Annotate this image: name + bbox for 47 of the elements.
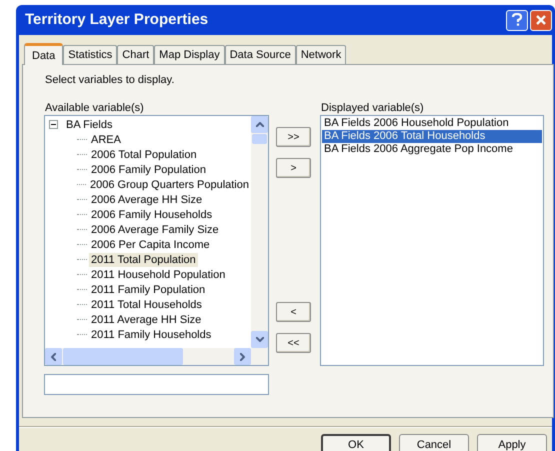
- displayed-label: Displayed variable(s): [321, 101, 424, 116]
- dialog-button[interactable]: Cancel: [399, 434, 469, 451]
- tree-item[interactable]: 2011 Household Population: [89, 268, 228, 282]
- list-item[interactable]: BA Fields 2006 Total Households: [322, 130, 542, 143]
- tree-item[interactable]: 2011 Total Households: [89, 298, 204, 312]
- help-icon[interactable]: [506, 10, 528, 30]
- tree-item[interactable]: 2006 Total Population: [89, 148, 199, 162]
- tree-item[interactable]: 2011 Family Households: [89, 328, 214, 342]
- scroll-thumb[interactable]: [252, 134, 267, 144]
- tree-item[interactable]: 2006 Average Family Size: [89, 222, 221, 236]
- tree-item[interactable]: 2006 Family Population: [89, 162, 208, 176]
- tree-item[interactable]: 2011 Family Population: [89, 282, 208, 296]
- close-icon[interactable]: [530, 10, 552, 30]
- vertical-scrollbar[interactable]: [251, 116, 268, 348]
- tree-item[interactable]: 2006 Average HH Size: [89, 192, 204, 206]
- scroll-left-icon[interactable]: [45, 348, 62, 365]
- tree-item[interactable]: 2011 Average HH Size: [89, 312, 204, 326]
- move-button[interactable]: >>: [276, 127, 311, 147]
- collapse-icon[interactable]: [49, 120, 58, 129]
- list-item[interactable]: BA Fields 2006 Aggregate Pop Income: [322, 143, 542, 156]
- dialog-button[interactable]: Apply: [477, 434, 547, 451]
- tab[interactable]: Data Source: [224, 45, 296, 64]
- tree-item[interactable]: AREA: [89, 132, 123, 146]
- window-title: Territory Layer Properties: [25, 10, 210, 30]
- list-item[interactable]: BA Fields 2006 Household Population: [322, 117, 542, 130]
- available-label: Available variable(s): [45, 101, 144, 116]
- tree-item[interactable]: 2006 Group Quarters Population: [88, 178, 251, 192]
- input-field[interactable]: [44, 374, 269, 395]
- scroll-right-icon[interactable]: [234, 348, 251, 365]
- scroll-up-icon[interactable]: [251, 116, 268, 133]
- scroll-thumb[interactable]: [63, 348, 183, 365]
- tree-item[interactable]: 2006 Family Households: [89, 208, 214, 222]
- tab[interactable]: Network: [296, 45, 346, 64]
- move-button[interactable]: <<: [276, 333, 311, 353]
- instruction-text: Select variables to display.: [45, 73, 174, 88]
- tree-item[interactable]: 2006 Per Capita Income: [89, 238, 212, 252]
- tree-item[interactable]: 2011 Total Population: [89, 252, 198, 266]
- dialog-button[interactable]: OK: [321, 434, 391, 451]
- move-button[interactable]: <: [276, 302, 311, 322]
- scroll-down-icon[interactable]: [251, 331, 268, 348]
- horizontal-scrollbar[interactable]: [45, 348, 268, 365]
- tab[interactable]: Map Display: [154, 45, 225, 64]
- tree-item[interactable]: BA Fields: [64, 118, 114, 132]
- tab[interactable]: Chart: [117, 45, 154, 64]
- tab[interactable]: Data: [24, 43, 64, 65]
- tab[interactable]: Statistics: [63, 45, 118, 64]
- move-button[interactable]: >: [276, 158, 311, 178]
